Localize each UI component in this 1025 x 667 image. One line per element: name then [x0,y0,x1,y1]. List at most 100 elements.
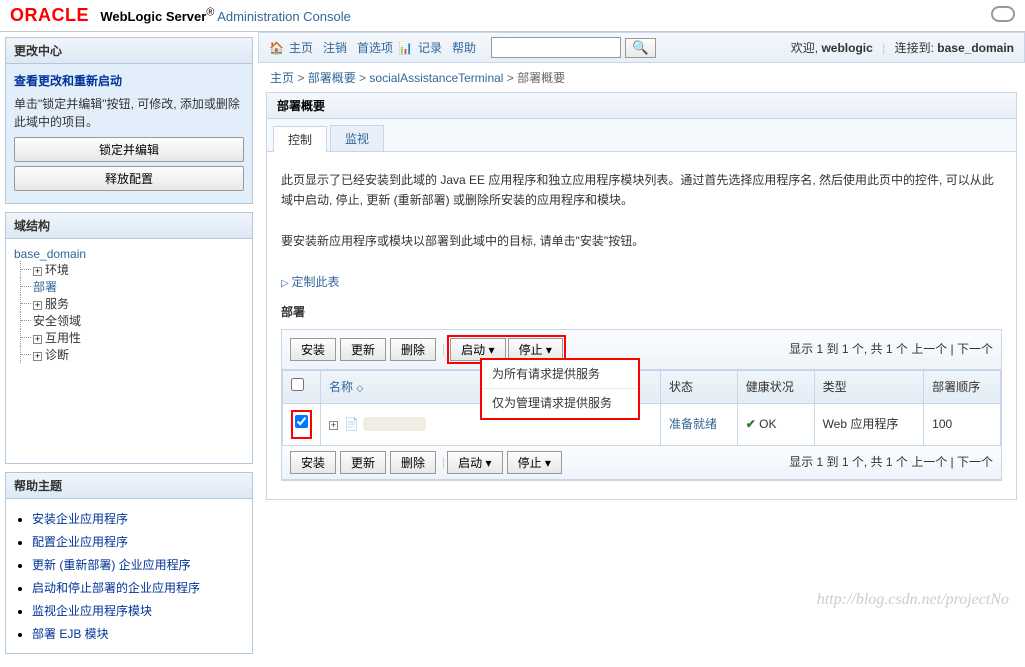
tab-strip: 控制 监视 [267,119,1016,152]
chevron-down-icon: ▾ [545,456,551,470]
help-link-update[interactable]: 更新 (重新部署) 企业应用程序 [32,558,191,572]
table-controls-top: 安装 更新 删除 | 启动 ▾ 停止 ▾ 为所有请求提供服务 仅为管理请求提供服… [282,330,1001,370]
breadcrumb-item-3: 部署概要 [517,71,565,85]
change-center-body: 查看更改和重新启动 单击"锁定并编辑"按钮, 可修改, 添加或删除此域中的项目。… [6,64,252,203]
tree-item-deploy[interactable]: 部署 [20,278,244,295]
summary-title: 部署概要 [267,93,1016,119]
server-label: WebLogic Server® Administration Console [100,9,351,24]
table-area: 安装 更新 删除 | 启动 ▾ 停止 ▾ 为所有请求提供服务 仅为管理请求提供服… [281,329,1002,481]
tree-item-env[interactable]: +环境 [20,261,244,278]
tab-monitor[interactable]: 监视 [330,125,384,151]
home-link[interactable]: 主页 [289,39,313,56]
content-area: 部署概要 控制 监视 此页显示了已经安装到此域的 Java EE 应用程序和独立… [266,92,1017,500]
table-controls-bottom: 安装 更新 删除 | 启动 ▾ 停止 ▾ 显示 1 到 1 个, 共 1 个 上… [282,446,1001,480]
update-button-bottom[interactable]: 更新 [340,451,386,474]
select-all-checkbox[interactable] [291,378,304,391]
top-toolbar: 🏠 主页 注销 首选项 📊 记录 帮助 🔍 欢迎, weblogic | 连接到… [258,32,1025,63]
change-center-desc: 单击"锁定并编辑"按钮, 可修改, 添加或删除此域中的项目。 [14,95,244,131]
desc-para-2: 要安装新应用程序或模块以部署到此域中的目标, 请单击"安装"按钮。 [281,231,1002,251]
header-left: ORACLE WebLogic Server® Administration C… [10,5,351,26]
th-health[interactable]: 健康状况 [737,370,814,403]
server-name-bold: WebLogic Server [100,9,206,24]
expand-icon[interactable]: + [329,421,338,430]
lock-edit-button[interactable]: 锁定并编辑 [14,137,244,162]
row-checkbox[interactable] [295,415,308,428]
tree-item-security[interactable]: 安全领域 [20,312,244,329]
row-type-cell: Web 应用程序 [814,404,924,445]
dropdown-admin-only[interactable]: 仅为管理请求提供服务 [482,389,638,417]
delete-button-bottom[interactable]: 删除 [390,451,436,474]
tree-root[interactable]: base_domain [14,247,244,261]
preferences-link[interactable]: 首选项 [357,39,393,56]
dropdown-all-requests[interactable]: 为所有请求提供服务 [482,360,638,389]
sort-asc-icon: ◇ [356,383,363,393]
tree-children: +环境 部署 +服务 安全领域 +互用性 +诊断 [14,261,244,363]
app-name-blurred [363,417,426,431]
connected-domain: base_domain [937,41,1014,55]
deploy-type-icon: 📄 [344,417,359,431]
help-link-install[interactable]: 安装企业应用程序 [32,512,128,526]
expand-icon[interactable]: + [33,267,42,276]
stop-dropdown-button-bottom[interactable]: 停止 ▾ [507,451,562,474]
help-link-startstop[interactable]: 启动和停止部署的企业应用程序 [32,581,200,595]
breadcrumb-item-0[interactable]: 主页 [270,71,294,85]
expand-icon[interactable]: + [33,352,42,361]
install-button[interactable]: 安装 [290,338,336,361]
help-link-ejb[interactable]: 部署 EJB 模块 [32,627,109,641]
record-icon: 📊 [398,41,413,55]
header-right [991,6,1015,25]
domain-structure-title: 域结构 [6,213,252,239]
help-link-config[interactable]: 配置企业应用程序 [32,535,128,549]
tree-item-diag[interactable]: +诊断 [20,346,244,363]
header-bar: ORACLE WebLogic Server® Administration C… [0,0,1025,32]
th-state[interactable]: 状态 [661,370,738,403]
row-health-cell: OK [737,404,814,445]
console-subtitle: Administration Console [217,9,351,24]
desc-para-1: 此页显示了已经安装到此域的 Java EE 应用程序和独立应用程序模块列表。通过… [281,170,1002,211]
update-button[interactable]: 更新 [340,338,386,361]
help-link[interactable]: 帮助 [452,39,476,56]
help-topics-portlet: 帮助主题 安装企业应用程序 配置企业应用程序 更新 (重新部署) 企业应用程序 … [5,472,253,654]
row-order-cell: 100 [924,404,1001,445]
record-link[interactable]: 记录 [418,39,442,56]
install-button-bottom[interactable]: 安装 [290,451,336,474]
breadcrumb: 主页 > 部署概要 > socialAssistanceTerminal > 部… [258,63,1025,92]
start-dropdown-button-bottom[interactable]: 启动 ▾ [447,451,502,474]
connected-prefix: 连接到: [895,41,938,55]
main-layout: 更改中心 查看更改和重新启动 单击"锁定并编辑"按钮, 可修改, 添加或删除此域… [0,32,1025,667]
customize-table-link[interactable]: 定制此表 [281,272,1002,292]
expand-icon[interactable]: + [33,301,42,310]
welcome-user: weblogic [821,41,872,55]
left-panel: 更改中心 查看更改和重新启动 单击"锁定并编辑"按钮, 可修改, 添加或删除此域… [0,32,258,667]
start-dropdown-menu: 为所有请求提供服务 仅为管理请求提供服务 [480,358,640,420]
th-order[interactable]: 部署顺序 [924,370,1001,403]
search-input[interactable] [491,37,621,58]
breadcrumb-item-2[interactable]: socialAssistanceTerminal [369,71,503,85]
release-config-button[interactable]: 释放配置 [14,166,244,191]
tab-control[interactable]: 控制 [273,126,327,152]
search-button[interactable]: 🔍 [625,38,656,58]
registered-mark: ® [206,7,214,19]
th-type[interactable]: 类型 [814,370,924,403]
expand-icon[interactable]: + [33,335,42,344]
help-link-monitor[interactable]: 监视企业应用程序模块 [32,604,152,618]
home-icon: 🏠 [269,41,284,55]
section-body: 此页显示了已经安装到此域的 Java EE 应用程序和独立应用程序模块列表。通过… [267,152,1016,499]
logout-link[interactable]: 注销 [323,39,347,56]
help-topics-title: 帮助主题 [6,473,252,499]
change-center-title: 更改中心 [6,38,252,64]
tree-item-interop[interactable]: +互用性 [20,329,244,346]
right-panel: 🏠 主页 注销 首选项 📊 记录 帮助 🔍 欢迎, weblogic | 连接到… [258,32,1025,667]
state-link[interactable]: 准备就绪 [669,417,717,431]
th-checkbox [283,370,321,403]
breadcrumb-item-1[interactable]: 部署概要 [308,71,356,85]
chevron-down-icon: ▾ [486,456,492,470]
pager-bottom: 显示 1 到 1 个, 共 1 个 上一个 | 下一个 [789,452,993,472]
delete-button[interactable]: 删除 [390,338,436,361]
tree-item-services[interactable]: +服务 [20,295,244,312]
watermark: http://blog.csdn.net/projectNo [817,591,1009,609]
change-center-portlet: 更改中心 查看更改和重新启动 单击"锁定并编辑"按钮, 可修改, 添加或删除此域… [5,37,253,204]
view-changes-link[interactable]: 查看更改和重新启动 [14,74,122,88]
health-ok-icon [746,417,759,431]
oracle-logo: ORACLE [10,5,89,25]
